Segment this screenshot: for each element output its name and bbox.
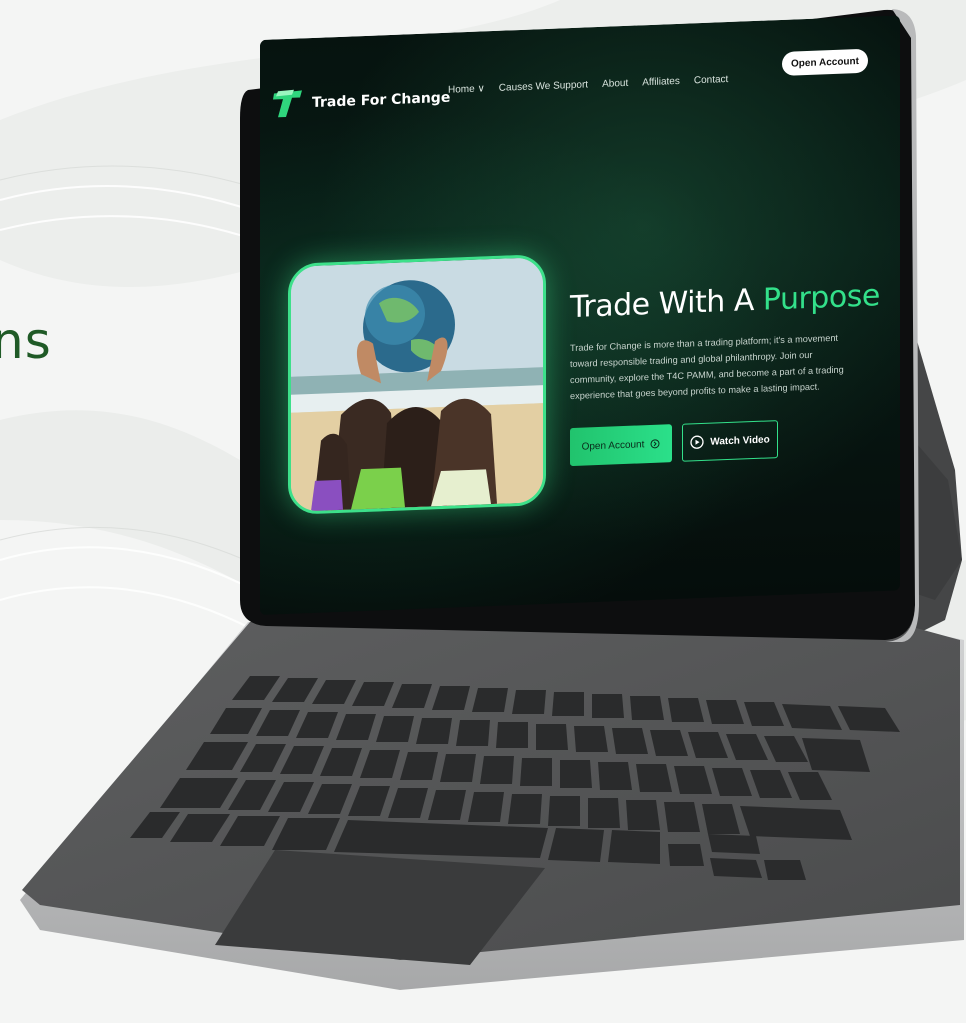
kids-holding-globe-photo (291, 257, 543, 513)
site-navbar: Trade For Change Home ∨ Causes We Suppor… (260, 48, 900, 130)
hero-open-account-button[interactable]: Open Account (570, 424, 672, 467)
website-viewport: Trade For Change Home ∨ Causes We Suppor… (260, 15, 900, 615)
nav-affiliates[interactable]: Affiliates (642, 76, 680, 88)
hero-title-plain: Trade With A (570, 282, 763, 326)
nav-causes[interactable]: Causes We Support (499, 79, 588, 93)
nav-links: Home ∨ Causes We Support About Affiliate… (448, 74, 728, 96)
chevron-right-icon (650, 439, 660, 449)
nav-contact[interactable]: Contact (694, 74, 728, 86)
nav-home[interactable]: Home ∨ (448, 83, 485, 95)
hero-description: Trade for Change is more than a trading … (570, 332, 844, 402)
brand-name: Trade For Change (312, 89, 451, 112)
nav-about[interactable]: About (602, 78, 628, 90)
hero-watch-video-button[interactable]: Watch Video (682, 420, 778, 462)
play-circle-icon (690, 435, 704, 449)
t4c-logo-icon (273, 89, 302, 118)
brand-logo[interactable]: Trade For Change (272, 81, 450, 122)
hero-image (288, 254, 546, 515)
nav-open-account-button[interactable]: Open Account (782, 48, 868, 76)
tablet-screen: Trade For Change Home ∨ Causes We Suppor… (260, 15, 900, 615)
hero-title-accent: Purpose (762, 278, 880, 318)
hero-title: Trade With A Purpose (570, 278, 880, 325)
hero-watch-video-label: Watch Video (710, 433, 770, 448)
hero-open-account-label: Open Account (581, 438, 645, 453)
